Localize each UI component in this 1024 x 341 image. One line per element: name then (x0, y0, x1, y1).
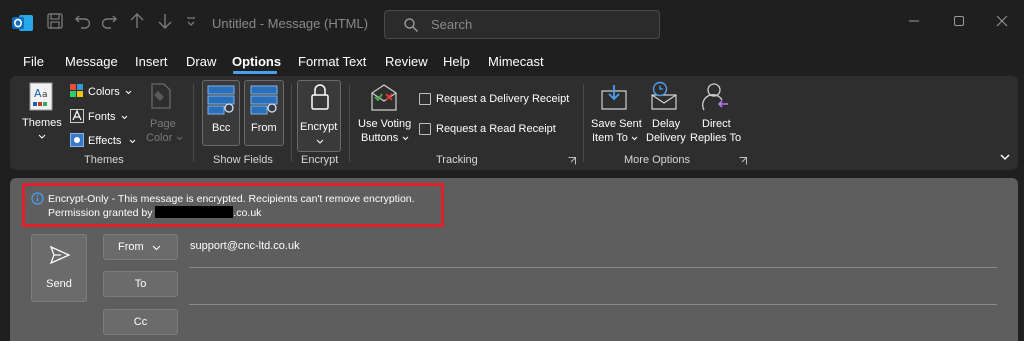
colors-label: Colors (88, 86, 120, 98)
bcc-label: Bcc (212, 122, 231, 134)
delay-delivery-icon (651, 81, 677, 110)
window-title: Untitled - Message (HTML) (212, 16, 369, 31)
menu-tabs: File Message Insert Draw Options Format … (0, 48, 1024, 74)
customize-quick-access-icon[interactable] (185, 12, 197, 30)
from-toggle-label: From (251, 122, 277, 134)
tab-help[interactable]: Help (443, 54, 470, 69)
cc-button[interactable]: Cc (103, 309, 178, 335)
highlight-annotation-box (22, 183, 444, 227)
ribbon: A a Themes Colors Fonts Effects Page Col… (10, 76, 1018, 170)
undo-icon[interactable] (74, 12, 92, 30)
tab-file[interactable]: File (23, 54, 44, 69)
save-sent-label-1: Save Sent (591, 118, 642, 130)
themes-label: Themes (22, 117, 62, 129)
chevron-down-icon (129, 139, 136, 144)
read-receipt-check[interactable] (419, 123, 431, 135)
save-icon[interactable] (46, 12, 64, 30)
to-button-label: To (134, 278, 147, 290)
tab-format-text[interactable]: Format Text (298, 54, 366, 69)
voting-label-1: Use Voting (358, 118, 412, 130)
chevron-down-icon (631, 136, 638, 141)
ribbon-separator (291, 84, 292, 162)
tab-draw[interactable]: Draw (186, 54, 216, 69)
themes-group-label: Themes (84, 154, 124, 166)
bcc-icon (207, 85, 235, 115)
send-icon (49, 245, 71, 265)
effects-label: Effects (88, 135, 122, 147)
chevron-down-icon (402, 136, 409, 141)
save-sent-label-2: Item To (592, 132, 628, 144)
lock-icon (311, 84, 329, 110)
svg-text:A: A (34, 87, 42, 100)
tracking-group-label: Tracking (436, 154, 478, 166)
tab-options[interactable]: Options (232, 54, 281, 69)
delivery-receipt-check[interactable] (419, 93, 431, 105)
save-sent-item-icon (601, 85, 627, 110)
more-options-group-label: More Options (624, 154, 691, 166)
to-button[interactable]: To (103, 271, 178, 297)
chevron-down-icon (316, 139, 324, 144)
from-field-divider (189, 267, 997, 268)
from-field-toggle[interactable]: From (244, 80, 284, 146)
delay-label-2: Delivery (646, 132, 686, 144)
send-button[interactable]: Send (31, 234, 87, 302)
up-arrow-icon[interactable] (129, 12, 145, 30)
themes-icon: A a (29, 82, 53, 111)
from-field-icon (250, 85, 278, 115)
from-address: support@cnc-ltd.co.uk (190, 240, 300, 252)
from-button[interactable]: From (103, 234, 178, 260)
direct-replies-icon (702, 83, 728, 111)
search-box[interactable]: Search (384, 10, 660, 39)
show-fields-group-label: Show Fields (213, 154, 273, 166)
down-arrow-icon[interactable] (157, 12, 173, 30)
tab-mimecast[interactable]: Mimecast (488, 54, 544, 69)
encrypt-label: Encrypt (300, 121, 338, 133)
fonts-icon (70, 109, 84, 123)
to-field-input[interactable] (189, 304, 997, 305)
direct-label-1: Direct (702, 118, 731, 130)
encrypt-group-label: Encrypt (301, 154, 339, 166)
read-receipt-label: Request a Read Receipt (436, 123, 556, 135)
redo-icon[interactable] (100, 12, 118, 30)
outlook-logo-icon (12, 15, 33, 31)
effects-icon (70, 133, 84, 147)
chevron-down-icon (121, 115, 128, 120)
chevron-down-icon (38, 134, 46, 139)
page-color-icon (151, 83, 171, 109)
minimize-icon[interactable] (908, 15, 920, 27)
maximize-icon[interactable] (953, 15, 965, 27)
more-options-dialog-launcher-icon[interactable] (739, 157, 747, 165)
ribbon-separator (349, 84, 350, 162)
close-icon[interactable] (996, 15, 1008, 27)
delivery-receipt-label: Request a Delivery Receipt (436, 93, 570, 105)
page-color-label-2: Color (146, 132, 173, 144)
ribbon-expand-chevron-icon[interactable] (1000, 154, 1010, 161)
tracking-dialog-launcher-icon[interactable] (568, 157, 576, 165)
page-color-label-1: Page (150, 118, 176, 130)
voting-label-2: Buttons (361, 132, 399, 144)
send-label: Send (46, 278, 72, 290)
ribbon-separator (583, 84, 584, 162)
tab-insert[interactable]: Insert (135, 54, 168, 69)
search-placeholder: Search (431, 17, 473, 32)
voting-buttons-icon (371, 84, 397, 111)
from-button-label: From (118, 241, 144, 253)
ribbon-separator (193, 84, 194, 162)
cc-button-label: Cc (133, 316, 148, 328)
encrypt-button[interactable]: Encrypt (297, 80, 341, 152)
tab-message[interactable]: Message (65, 54, 118, 69)
colors-icon (70, 84, 83, 97)
direct-label-2: Replies To (690, 132, 742, 144)
title-bar: Untitled - Message (HTML) Search (0, 0, 1024, 44)
delay-label-1: Delay (652, 118, 681, 130)
chevron-down-icon (152, 245, 161, 251)
svg-text:a: a (42, 90, 48, 100)
chevron-down-icon (176, 136, 183, 141)
chevron-down-icon (125, 90, 132, 95)
fonts-label: Fonts (88, 111, 116, 123)
active-tab-indicator (233, 71, 277, 74)
search-icon (404, 18, 419, 33)
bcc-button[interactable]: Bcc (202, 80, 240, 146)
tab-review[interactable]: Review (385, 54, 428, 69)
